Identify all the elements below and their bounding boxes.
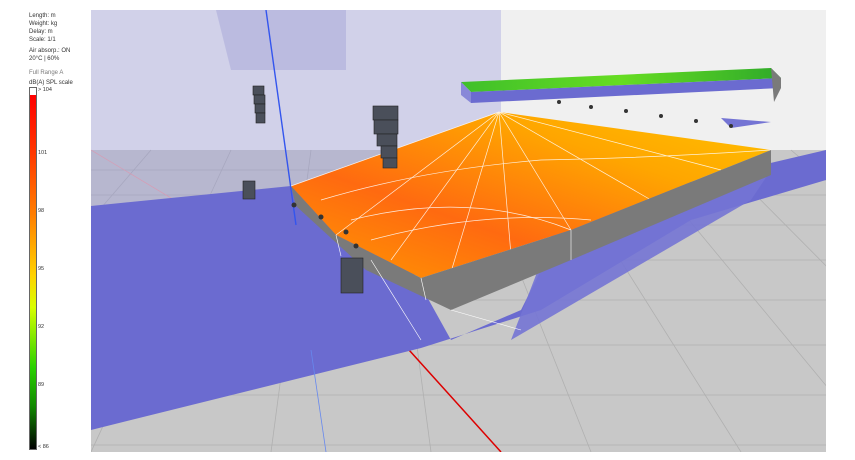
spl-tick-101: 101 — [38, 150, 48, 156]
air-absorption: Air absorp.: ON — [29, 48, 71, 54]
scene-canvas — [91, 10, 826, 452]
mode-label[interactable]: Full Range A — [29, 70, 63, 76]
spl-tick-86: < 86 — [38, 444, 49, 450]
spl-color-scale — [29, 87, 37, 450]
weight-unit: Weight: kg — [29, 21, 58, 27]
delay-unit: Delay: m — [29, 29, 53, 35]
spl-tick-98: 98 — [38, 208, 45, 214]
temperature-humidity: 20°C | 60% — [29, 56, 60, 62]
spl-scale-gradient — [30, 95, 36, 449]
spl-scale-title: dB(A) SPL scale — [29, 80, 73, 86]
speaker-sub-front — [340, 257, 364, 294]
sidebar-panel: Length: m Weight: kg Delay: m Scale: 1/1… — [0, 0, 88, 460]
scale-ratio: Scale: 1/1 — [29, 37, 56, 43]
vertical-plane-top — [216, 10, 346, 70]
length-unit: Length: m — [29, 13, 56, 19]
spl-tick-89: 89 — [38, 382, 45, 388]
spl-tick-104: > 104 — [38, 87, 52, 93]
spl-tick-92: 92 — [38, 324, 45, 330]
speaker-sub-left — [242, 180, 256, 200]
spl-tick-95: 95 — [38, 266, 45, 272]
3d-viewport[interactable] — [91, 10, 826, 452]
spl-scale-max-swatch — [30, 88, 36, 95]
